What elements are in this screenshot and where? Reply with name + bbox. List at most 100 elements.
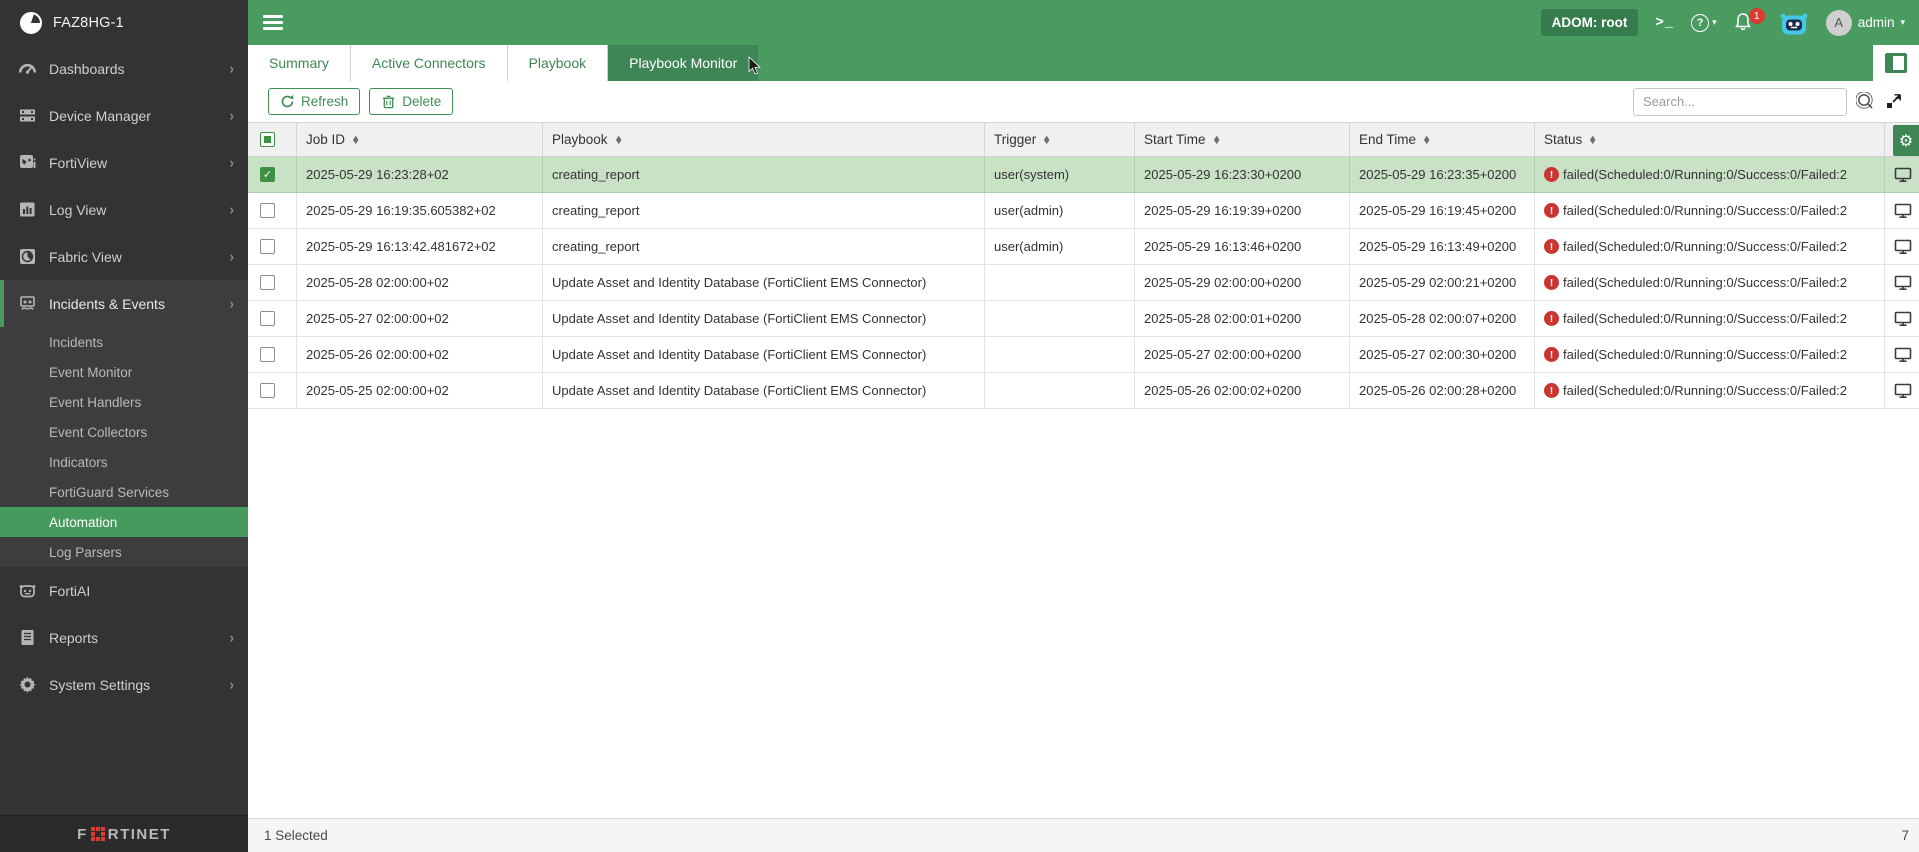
refresh-button[interactable]: Refresh — [268, 88, 360, 115]
job-id-cell: 2025-05-29 16:13:42.481672+02 — [297, 229, 543, 265]
error-icon: ! — [1544, 203, 1559, 218]
sidebar-menu: Dashboards›Device Manager›FortiView›Log … — [0, 45, 248, 708]
sidebar-item-indicators[interactable]: Indicators — [0, 447, 248, 477]
monitor-icon[interactable] — [1894, 347, 1912, 363]
sidebar-item-label: Dashboards — [49, 61, 230, 77]
sidebar-item-label: FortiAI — [49, 583, 234, 599]
monitor-cell — [1885, 157, 1919, 193]
job-id-cell: 2025-05-29 16:23:28+02 — [297, 157, 543, 193]
table-row[interactable]: 2025-05-29 16:19:35.605382+02creating_re… — [248, 193, 1919, 229]
table-row[interactable]: 2025-05-27 02:00:00+02Update Asset and I… — [248, 301, 1919, 337]
status-text: failed(Scheduled:0/Running:0/Success:0/F… — [1563, 203, 1847, 218]
playbook-cell: Update Asset and Identity Database (Fort… — [543, 265, 985, 301]
tab-playbook-monitor[interactable]: Playbook Monitor — [608, 45, 758, 81]
sort-icon: ▲▼ — [1423, 136, 1430, 144]
server-icon — [18, 106, 37, 125]
monitor-icon[interactable] — [1894, 311, 1912, 327]
sidebar-item-event-collectors[interactable]: Event Collectors — [0, 417, 248, 447]
search-input[interactable] — [1633, 88, 1847, 116]
sidebar-item-fabric-view[interactable]: Fabric View› — [0, 233, 248, 280]
playbook-cell: creating_report — [543, 157, 985, 193]
column-header-end-time[interactable]: End Time▲▼ — [1350, 123, 1535, 156]
sidebar-item-incidents[interactable]: Incidents — [0, 327, 248, 357]
column-header-job-id[interactable]: Job ID▲▼ — [297, 123, 543, 156]
status-text: failed(Scheduled:0/Running:0/Success:0/F… — [1563, 347, 1847, 362]
sidebar-item-log-parsers[interactable]: Log Parsers — [0, 537, 248, 567]
monitor-icon[interactable] — [1894, 383, 1912, 399]
row-checkbox[interactable] — [260, 383, 275, 398]
sidebar-item-incidents-events[interactable]: Incidents & Events› — [0, 280, 248, 327]
monitor-icon[interactable] — [1894, 275, 1912, 291]
status-cell: ! failed(Scheduled:0/Running:0/Success:0/… — [1535, 193, 1885, 229]
table-row[interactable]: 2025-05-26 02:00:00+02Update Asset and I… — [248, 337, 1919, 373]
sort-icon: ▲▼ — [1213, 136, 1220, 144]
sidebar-item-event-handlers[interactable]: Event Handlers — [0, 387, 248, 417]
column-search-icon[interactable] — [1856, 92, 1875, 111]
row-checkbox[interactable] — [260, 275, 275, 290]
sidebar-item-dashboards[interactable]: Dashboards› — [0, 45, 248, 92]
monitor-icon[interactable] — [1894, 203, 1912, 219]
sidebar-item-fortiguard-services[interactable]: FortiGuard Services — [0, 477, 248, 507]
fortiai-assistant-button[interactable] — [1779, 10, 1809, 36]
column-label: Status — [1544, 132, 1582, 147]
tab-playbook[interactable]: Playbook — [508, 45, 609, 81]
panel-toggle-button[interactable] — [1873, 45, 1919, 81]
sidebar-item-fortiai[interactable]: FortiAI — [0, 567, 248, 614]
playbook-cell: Update Asset and Identity Database (Fort… — [543, 301, 985, 337]
notifications-button[interactable]: 1 — [1734, 12, 1752, 34]
fullscreen-icon[interactable] — [1884, 92, 1903, 111]
table-row[interactable]: ✓2025-05-29 16:23:28+02creating_reportus… — [248, 157, 1919, 193]
start-time-cell: 2025-05-28 02:00:01+0200 — [1135, 301, 1350, 337]
user-menu[interactable]: A admin ▾ — [1826, 10, 1905, 36]
sidebar: FAZ8HG-1 Dashboards›Device Manager›Forti… — [0, 0, 248, 852]
sidebar-item-label: Incidents & Events — [49, 296, 230, 312]
row-checkbox[interactable] — [260, 203, 275, 218]
end-time-cell: 2025-05-29 16:23:35+0200 — [1350, 157, 1535, 193]
sidebar-item-fortiview[interactable]: FortiView› — [0, 139, 248, 186]
status-cell: !failed(Scheduled:0/Running:0/Success:0/… — [1535, 229, 1885, 265]
split-pane-icon — [1885, 53, 1907, 73]
error-icon: ! — [1544, 383, 1559, 398]
column-header-start-time[interactable]: Start Time▲▼ — [1135, 123, 1350, 156]
sidebar-subitem-label: Event Collectors — [49, 425, 147, 440]
sidebar-item-system-settings[interactable]: System Settings› — [0, 661, 248, 708]
status-bar: 1 Selected 7 — [248, 818, 1919, 852]
chevron-right-icon: › — [230, 676, 234, 693]
checkbox-cell — [248, 193, 297, 229]
row-checkbox[interactable] — [260, 239, 275, 254]
playbook-cell: creating_report — [543, 229, 985, 265]
trigger-cell — [985, 301, 1135, 337]
incidents-icon — [18, 294, 37, 313]
sidebar-item-event-monitor[interactable]: Event Monitor — [0, 357, 248, 387]
row-checkbox[interactable]: ✓ — [260, 167, 275, 182]
error-icon: ! — [1544, 275, 1559, 290]
row-checkbox[interactable] — [260, 347, 275, 362]
adom-selector[interactable]: ADOM: root — [1541, 9, 1639, 36]
table-row[interactable]: 2025-05-25 02:00:00+02Update Asset and I… — [248, 373, 1919, 409]
table-row[interactable]: 2025-05-29 16:13:42.481672+02creating_re… — [248, 229, 1919, 265]
sidebar-item-log-view[interactable]: Log View› — [0, 186, 248, 233]
help-menu[interactable]: ? ▾ — [1691, 14, 1717, 32]
tab-summary[interactable]: Summary — [248, 45, 351, 81]
job-id-cell: 2025-05-26 02:00:00+02 — [297, 337, 543, 373]
column-header-playbook[interactable]: Playbook▲▼ — [543, 123, 985, 156]
column-header-status[interactable]: Status▲▼ — [1535, 123, 1885, 156]
monitor-icon[interactable] — [1894, 239, 1912, 255]
tab-active-connectors[interactable]: Active Connectors — [351, 45, 508, 81]
monitor-icon[interactable] — [1894, 167, 1912, 183]
checkbox-cell — [248, 265, 297, 301]
gear-icon — [18, 675, 37, 694]
sidebar-item-automation[interactable]: Automation — [0, 507, 248, 537]
select-all-checkbox[interactable] — [260, 132, 275, 147]
delete-button[interactable]: Delete — [369, 88, 453, 115]
sidebar-item-reports[interactable]: Reports› — [0, 614, 248, 661]
table-row[interactable]: 2025-05-28 02:00:00+02Update Asset and I… — [248, 265, 1919, 301]
sidebar-item-device-manager[interactable]: Device Manager› — [0, 92, 248, 139]
cli-console-icon[interactable]: >_ — [1655, 15, 1674, 31]
hamburger-icon[interactable] — [263, 15, 283, 30]
column-header-trigger[interactable]: Trigger▲▼ — [985, 123, 1135, 156]
row-checkbox[interactable] — [260, 311, 275, 326]
checkbox-cell — [248, 337, 297, 373]
column-settings-button[interactable]: ⚙ — [1893, 125, 1919, 156]
gauge-icon — [18, 59, 37, 78]
